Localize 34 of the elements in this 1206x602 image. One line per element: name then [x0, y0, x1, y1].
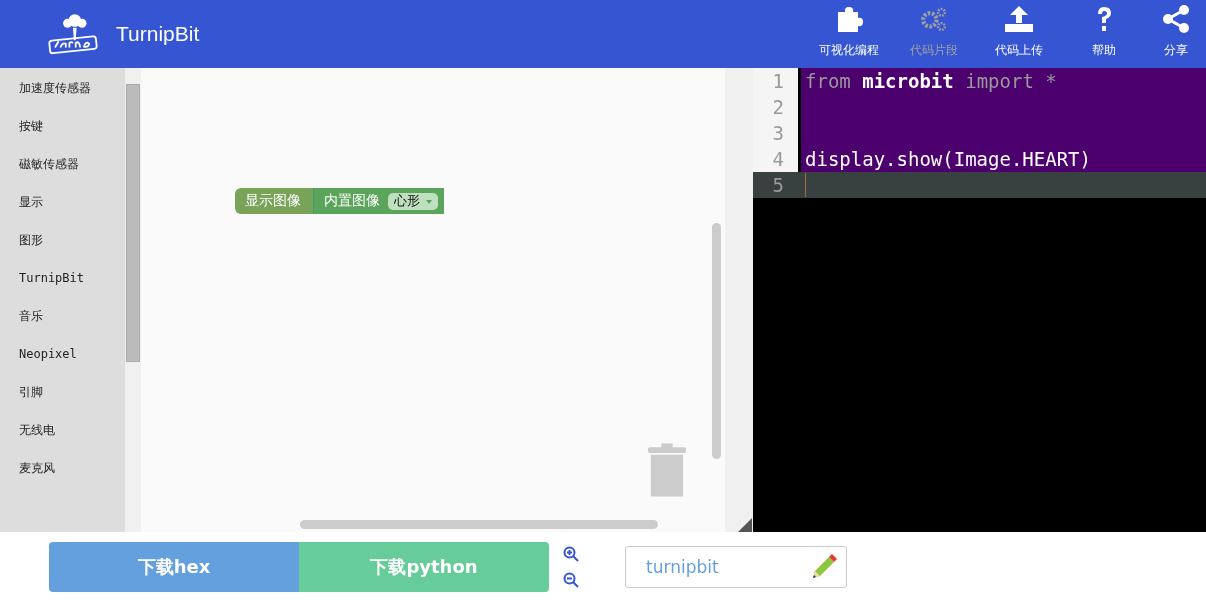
line-number: 3: [753, 120, 798, 146]
pencil-icon[interactable]: [811, 554, 837, 580]
category-item[interactable]: 无线电: [0, 418, 125, 456]
nav-button[interactable]: 帮助: [1061, 0, 1146, 68]
zoom-out-icon[interactable]: [563, 572, 579, 588]
zoom-in-icon[interactable]: [563, 546, 579, 562]
category-item[interactable]: 磁敏传感器: [0, 152, 125, 190]
category-item[interactable]: 加速度传感器: [0, 76, 125, 114]
nav-button[interactable]: 分享: [1146, 0, 1206, 68]
image-dropdown[interactable]: 心形: [388, 192, 438, 210]
text-cursor: [805, 173, 806, 197]
line-number: 5: [753, 172, 798, 198]
category-item[interactable]: 音乐: [0, 304, 125, 342]
upload-icon: [1003, 4, 1034, 34]
horizontal-scrollbar[interactable]: [300, 520, 658, 529]
line-number: 4: [753, 146, 798, 172]
show-image-block[interactable]: 显示图像 内置图像 心形: [235, 188, 444, 214]
category-item[interactable]: 显示: [0, 190, 125, 228]
scrollbar-thumb[interactable]: [126, 84, 140, 362]
category-item[interactable]: 引脚: [0, 380, 125, 418]
vertical-scrollbar[interactable]: [712, 223, 721, 459]
builtin-image-block[interactable]: 内置图像 心形: [313, 188, 444, 214]
nav-button[interactable]: 代码上传: [976, 0, 1061, 68]
category-item[interactable]: 按键: [0, 114, 125, 152]
category-item[interactable]: TurnipBit: [0, 266, 125, 304]
code-editor[interactable]: 1 from microbit import * 2 3 4 display.show(Image.HEART) 5: [753, 68, 1206, 532]
share-icon: [1161, 4, 1191, 34]
category-item[interactable]: Neopixel: [0, 342, 125, 380]
app-title: TurnipBit: [116, 22, 200, 46]
line-number: 2: [753, 94, 798, 120]
category-item[interactable]: 麦克风: [0, 456, 125, 494]
line-number: 1: [753, 68, 798, 94]
category-item[interactable]: 图形: [0, 228, 125, 266]
nav-button[interactable]: 可视化编程: [806, 0, 891, 68]
